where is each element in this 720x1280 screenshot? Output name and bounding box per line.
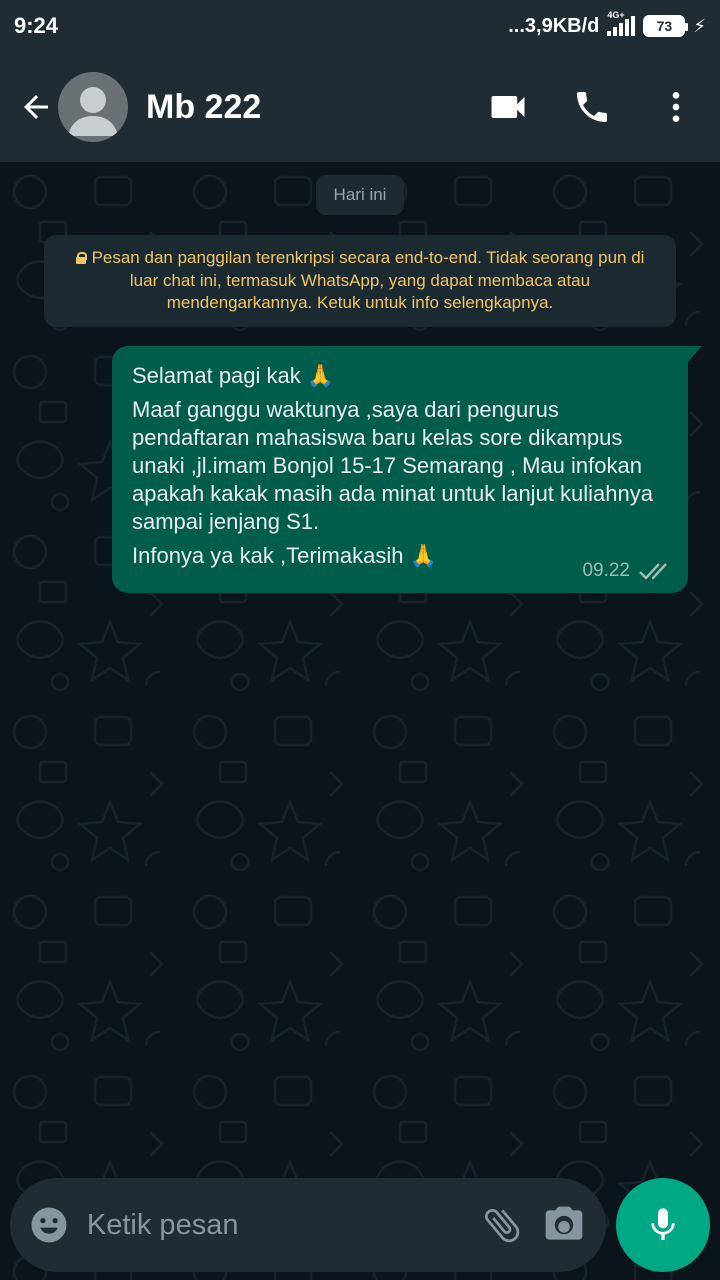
encryption-notice-text: Pesan dan panggilan terenkripsi secara e…: [91, 248, 645, 312]
outgoing-message[interactable]: Selamat pagi kak 🙏 Maaf ganggu waktunya …: [112, 346, 702, 593]
chat-area[interactable]: Hari ini Pesan dan panggilan terenkripsi…: [0, 162, 720, 1280]
status-time: 9:24: [14, 13, 59, 38]
chat-header: Mb 222: [0, 52, 720, 162]
battery-icon: 73: [643, 15, 689, 37]
encryption-notice[interactable]: Pesan dan panggilan terenkripsi secara e…: [44, 235, 676, 327]
back-arrow-icon[interactable]: [8, 79, 64, 135]
message-greeting: Selamat pagi kak 🙏: [132, 363, 335, 388]
network-speed: ...3,9KB/d: [508, 14, 600, 37]
mic-button[interactable]: [616, 1178, 710, 1272]
network-type: 4G+: [607, 10, 625, 20]
bubble-tail: [688, 346, 702, 362]
status-bar: 9:24 ...3,9KB/d 4G+ 73 ⚡: [0, 0, 720, 52]
video-call-icon[interactable]: [478, 77, 538, 137]
avatar[interactable]: [58, 72, 128, 142]
emoji-icon[interactable]: [28, 1200, 71, 1250]
bolt-icon: ⚡: [693, 15, 706, 36]
header-actions: [478, 77, 706, 137]
doodle-wallpaper: [0, 162, 720, 1280]
message-meta: 09.22: [582, 557, 672, 585]
avatar-placeholder-icon: [68, 87, 118, 136]
message-composer: [10, 1178, 606, 1272]
double-check-icon: [639, 563, 667, 580]
status-right: ...3,9KB/d 4G+ 73 ⚡: [508, 10, 706, 38]
contact-name[interactable]: Mb 222: [146, 88, 478, 127]
lock-icon: [75, 252, 87, 264]
message-body: Maaf ganggu waktunya ,saya dari pengurus…: [132, 397, 653, 534]
message-time: 09.22: [582, 560, 630, 581]
camera-icon[interactable]: [540, 1197, 588, 1253]
message-input[interactable]: [86, 1208, 464, 1242]
battery-level: 73: [656, 18, 673, 34]
attach-icon[interactable]: [478, 1197, 526, 1253]
more-vert-icon[interactable]: [646, 77, 706, 137]
phone-call-icon[interactable]: [562, 77, 622, 137]
signal-icon: 4G+: [607, 10, 636, 36]
mic-icon: [651, 1208, 675, 1240]
date-chip: Hari ini: [316, 175, 404, 215]
